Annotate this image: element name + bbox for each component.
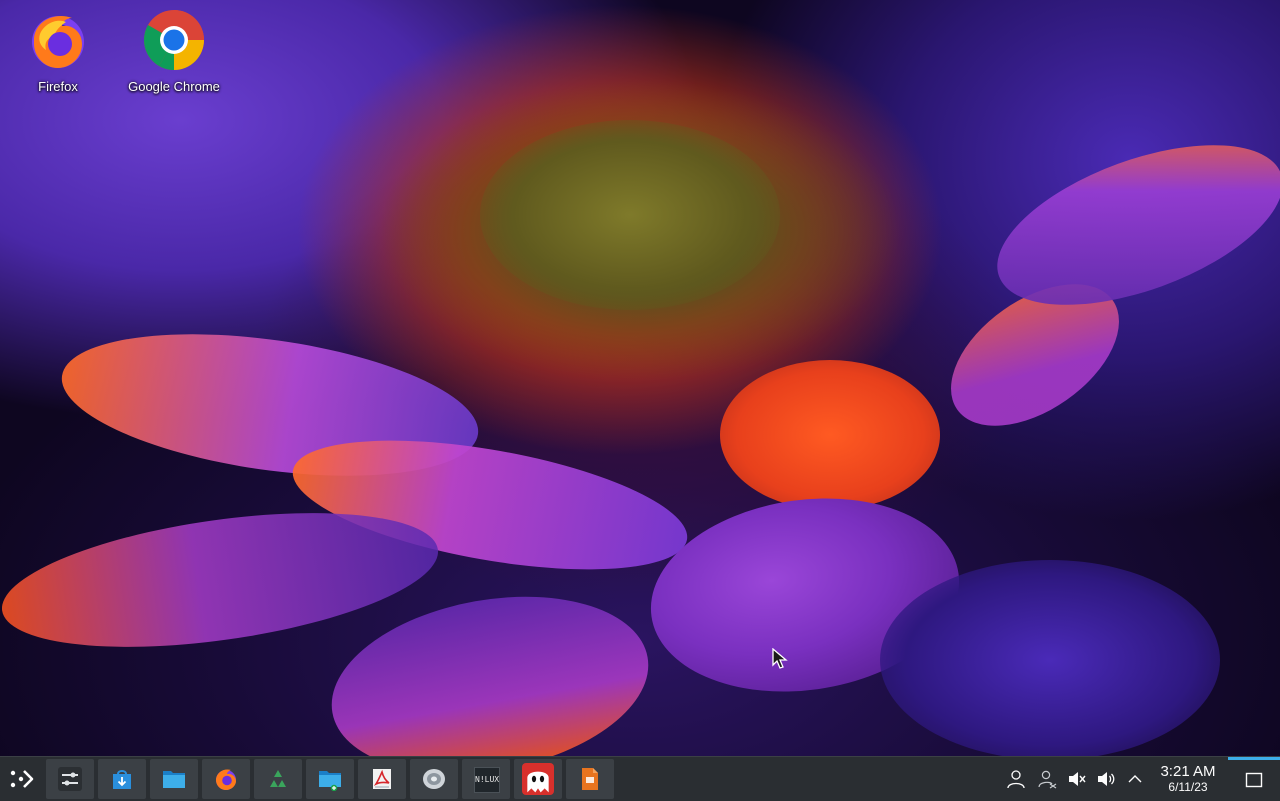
presentation-document-icon xyxy=(582,768,598,790)
task-nilux[interactable]: N!LUX xyxy=(462,759,510,799)
task-dolphin[interactable] xyxy=(150,759,198,799)
petal-decoration xyxy=(720,360,940,510)
nilux-label: N!LUX xyxy=(475,775,500,784)
disk-icon xyxy=(423,769,445,789)
task-firefox[interactable] xyxy=(202,759,250,799)
folder-icon xyxy=(163,771,185,788)
clock-time: 3:21 AM xyxy=(1160,763,1216,780)
task-recycle[interactable] xyxy=(254,759,302,799)
desktop-icon-google-chrome[interactable]: Google Chrome xyxy=(124,8,224,94)
desktop-wallpaper xyxy=(0,0,1280,756)
digital-clock[interactable]: 3:21 AM 6/11/23 xyxy=(1152,763,1224,795)
task-ghost[interactable] xyxy=(514,759,562,799)
task-system-settings[interactable] xyxy=(46,759,94,799)
task-presentation[interactable] xyxy=(566,759,614,799)
taskbar-panel: N!LUX 3:21 AM 6/11/23 xyxy=(0,756,1280,801)
ghost-icon xyxy=(522,763,554,795)
audio-muted-icon[interactable] xyxy=(1066,769,1086,789)
mouse-cursor-icon xyxy=(772,647,788,675)
application-launcher-icon xyxy=(10,770,34,788)
pdf-document-icon xyxy=(373,769,391,789)
chrome-icon xyxy=(124,8,224,75)
desktop-icon-label: Firefox xyxy=(38,79,78,94)
task-disk-utility[interactable] xyxy=(410,759,458,799)
show-desktop-icon xyxy=(1245,772,1263,788)
settings-sliders-icon xyxy=(58,767,82,791)
task-document-viewer[interactable] xyxy=(358,759,406,799)
petal-decoration xyxy=(880,560,1220,756)
application-launcher-button[interactable] xyxy=(6,765,36,793)
task-file-manager-add[interactable] xyxy=(306,759,354,799)
task-discover[interactable] xyxy=(98,759,146,799)
chevron-up-icon[interactable] xyxy=(1125,769,1145,789)
firefox-icon xyxy=(216,769,236,790)
user-status-icon[interactable] xyxy=(1037,769,1057,789)
recycle-icon xyxy=(270,770,286,787)
software-store-icon xyxy=(113,770,131,789)
flower-center-decoration xyxy=(480,120,780,310)
desktop-icon-label: Google Chrome xyxy=(128,79,220,94)
clock-date: 6/11/23 xyxy=(1168,780,1208,794)
user-icon[interactable] xyxy=(1006,769,1026,789)
volume-icon[interactable] xyxy=(1096,769,1116,789)
desktop-icon-firefox[interactable]: Firefox xyxy=(8,8,108,94)
show-desktop-button[interactable] xyxy=(1228,757,1280,801)
folder-add-icon xyxy=(319,771,341,791)
nilux-icon: N!LUX xyxy=(474,767,500,793)
firefox-icon xyxy=(8,8,108,75)
